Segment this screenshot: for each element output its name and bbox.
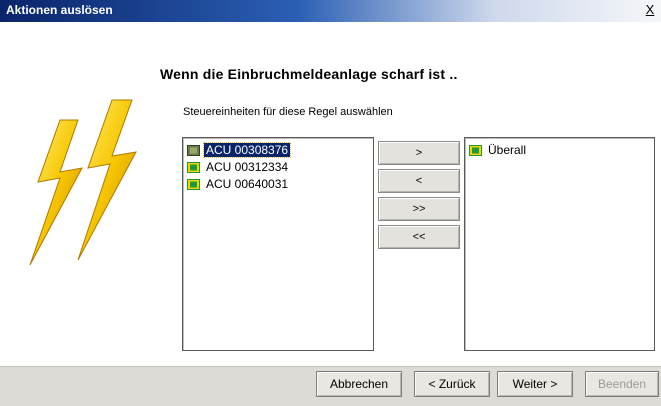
list-item[interactable]: Überall — [469, 142, 528, 157]
finish-button[interactable]: Beenden — [585, 371, 659, 397]
selected-units-list[interactable]: Überall — [464, 137, 655, 351]
control-unit-icon — [187, 144, 200, 156]
add-button[interactable]: > — [378, 141, 460, 165]
cancel-button[interactable]: Abbrechen — [316, 371, 402, 397]
page-heading: Wenn die Einbruchmeldeanlage scharf ist … — [160, 66, 458, 82]
close-button[interactable]: X — [643, 3, 657, 17]
title-bar: Aktionen auslösen X — [0, 0, 661, 22]
remove-button[interactable]: < — [378, 169, 460, 193]
instruction-label: Steuereinheiten für diese Regel auswähle… — [183, 106, 393, 118]
next-button[interactable]: Weiter > — [497, 371, 573, 397]
back-button[interactable]: < Zurück — [414, 371, 490, 397]
list-item[interactable]: ACU 00312334 — [187, 159, 290, 174]
control-unit-icon — [469, 144, 482, 156]
lightning-bolts-icon — [29, 99, 137, 266]
list-item[interactable]: ACU 00308376 — [187, 141, 292, 158]
window-title: Aktionen auslösen — [6, 3, 113, 17]
control-unit-icon — [187, 178, 200, 190]
unit-label: ACU 00308376 — [202, 141, 292, 158]
unit-label: Überall — [488, 142, 527, 157]
add-all-button[interactable]: >> — [378, 197, 460, 221]
remove-all-button[interactable]: << — [378, 225, 460, 249]
unit-label: ACU 00312334 — [206, 159, 289, 174]
list-item[interactable]: ACU 00640031 — [187, 176, 290, 191]
unit-label: ACU 00640031 — [206, 176, 289, 191]
available-units-list[interactable]: ACU 00308376 ACU 00312334 ACU 00640031 — [182, 137, 374, 351]
control-unit-icon — [187, 161, 200, 173]
